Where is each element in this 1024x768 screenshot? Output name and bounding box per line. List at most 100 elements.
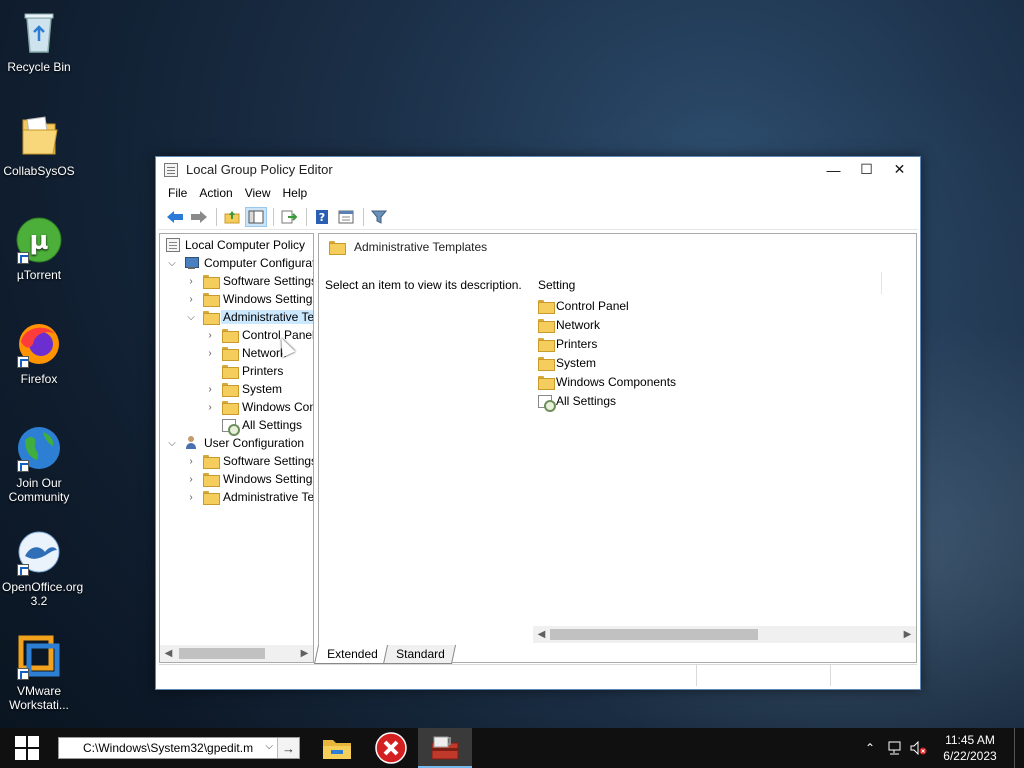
column-separator[interactable] — [881, 272, 882, 294]
tree-item-local-computer-policy[interactable]: Local Computer Policy — [166, 236, 305, 254]
tree-item-uc-software-settings[interactable]: › Software Settings — [185, 452, 313, 470]
scroll-thumb[interactable] — [179, 648, 265, 659]
chevron-down-icon[interactable]: ⌵ — [166, 257, 178, 269]
scroll-left-icon[interactable]: ◀ — [533, 626, 550, 643]
go-arrow-icon[interactable]: → — [277, 738, 299, 758]
chevron-down-icon[interactable]: ⌵ — [166, 437, 178, 449]
shortcut-arrow-icon — [17, 356, 29, 368]
scroll-track[interactable] — [177, 645, 296, 662]
error-x-icon — [375, 732, 407, 764]
show-desktop-button[interactable] — [1014, 728, 1024, 768]
up-one-level-button[interactable] — [221, 207, 243, 227]
chevron-right-icon[interactable]: › — [204, 401, 216, 413]
desktop-icon-recycle-bin[interactable]: Recycle Bin — [2, 8, 76, 74]
taskbar-error-app[interactable] — [364, 728, 418, 768]
tree-item-user-configuration[interactable]: ⌵ User Configuration — [166, 434, 304, 452]
scroll-left-icon[interactable]: ◀ — [160, 645, 177, 662]
desktop-icon-collabsysos[interactable]: CollabSysOS — [2, 112, 76, 178]
tree-item-uc-administrative-templates[interactable]: › Administrative Templates — [185, 488, 313, 506]
list-item-printers[interactable]: Printers — [538, 334, 597, 353]
chevron-down-icon[interactable]: ⌵ — [265, 741, 273, 752]
vmware-icon — [15, 632, 63, 680]
tab-extended[interactable]: Extended — [313, 645, 389, 664]
close-button[interactable]: ✕ — [883, 157, 916, 182]
help-icon: ? — [316, 209, 328, 224]
volume-muted-icon[interactable] — [906, 728, 930, 768]
desktop-icon-openoffice[interactable]: OpenOffice.org 3.2 — [2, 528, 83, 608]
windows-logo-icon — [15, 736, 39, 760]
tree-horizontal-scrollbar[interactable]: ◀ ▶ — [160, 645, 313, 662]
export-list-button[interactable] — [278, 207, 300, 227]
tree-item-cc-administrative-templates[interactable]: ⌵ Administrative Templates — [185, 308, 313, 326]
chevron-right-icon[interactable]: › — [185, 275, 197, 287]
folder-icon — [222, 329, 239, 343]
chevron-right-icon[interactable]: › — [185, 293, 197, 305]
chevron-right-icon[interactable]: › — [185, 491, 197, 503]
chevron-up-icon[interactable]: ⌃ — [858, 728, 882, 768]
tree-item-uc-windows-settings[interactable]: › Windows Settings — [185, 470, 313, 488]
tree-item-computer-configuration[interactable]: ⌵ Computer Configuration — [166, 254, 313, 272]
scroll-right-icon[interactable]: ▶ — [899, 626, 916, 643]
list-item-windows-components[interactable]: Windows Components — [538, 372, 676, 391]
taskbar-group-policy-editor[interactable] — [418, 728, 472, 768]
desktop-icon-utorrent[interactable]: µ µTorrent — [2, 216, 76, 282]
desktop-icon-vmware[interactable]: VMware Workstati... — [2, 632, 76, 712]
tab-standard[interactable]: Standard — [382, 645, 456, 664]
show-hide-console-tree-button[interactable] — [245, 206, 267, 227]
chevron-right-icon[interactable]: › — [185, 473, 197, 485]
list-item-control-panel[interactable]: Control Panel — [538, 296, 629, 315]
filter-button[interactable] — [368, 207, 390, 227]
menu-action[interactable]: Action — [193, 186, 238, 200]
group-policy-editor-window[interactable]: Local Group Policy Editor — ☐ ✕ File Act… — [155, 156, 921, 690]
tree-item-windows-components[interactable]: › Windows Components — [204, 398, 313, 416]
details-pane[interactable]: Administrative Templates Select an item … — [318, 233, 917, 663]
shortcut-arrow-icon — [17, 252, 29, 264]
chevron-right-icon[interactable]: › — [204, 347, 216, 359]
menu-help[interactable]: Help — [277, 186, 314, 200]
firefox-icon — [15, 320, 63, 368]
tree-item-control-panel[interactable]: › Control Panel — [204, 326, 313, 344]
folder-icon — [203, 491, 220, 505]
status-segment — [159, 665, 697, 686]
maximize-button[interactable]: ☐ — [850, 157, 883, 182]
list-item-system[interactable]: System — [538, 353, 596, 372]
list-item-all-settings[interactable]: All Settings — [538, 391, 616, 412]
help-button[interactable]: ? — [311, 207, 333, 227]
properties-button[interactable] — [335, 207, 357, 227]
run-address-input[interactable]: C:\Windows\System32\gpedit.m ⌵ → — [58, 737, 300, 759]
start-button[interactable] — [0, 728, 54, 768]
minimize-button[interactable]: — — [817, 157, 850, 182]
chevron-down-icon[interactable]: ⌵ — [185, 311, 197, 323]
taskbar-file-explorer[interactable] — [310, 728, 364, 768]
column-header-setting[interactable]: Setting — [538, 278, 575, 292]
tree-item-system[interactable]: › System — [204, 380, 282, 398]
network-icon[interactable] — [882, 728, 906, 768]
chevron-right-icon[interactable]: › — [185, 455, 197, 467]
desktop-icon-join-community[interactable]: Join Our Community — [2, 424, 76, 504]
tree-item-cc-software-settings[interactable]: › Software Settings — [185, 272, 313, 290]
tree-item-cc-windows-settings[interactable]: › Windows Settings — [185, 290, 313, 308]
chevron-right-icon[interactable]: › — [204, 329, 216, 341]
globe-icon — [15, 424, 63, 472]
menu-file[interactable]: File — [162, 186, 193, 200]
list-item-network[interactable]: Network — [538, 315, 600, 334]
scroll-right-icon[interactable]: ▶ — [296, 645, 313, 662]
chevron-right-icon[interactable]: › — [204, 383, 216, 395]
forward-button[interactable] — [188, 207, 210, 227]
details-horizontal-scrollbar[interactable]: ◀ ▶ — [533, 626, 916, 643]
tree-item-network[interactable]: › Network — [204, 344, 286, 362]
console-tree-pane[interactable]: Local Computer Policy ⌵ Computer Configu… — [159, 233, 314, 663]
svg-text:?: ? — [319, 211, 325, 224]
tree-item-printers[interactable]: Printers — [204, 362, 283, 380]
scroll-thumb[interactable] — [550, 629, 758, 640]
tree-item-all-settings[interactable]: All Settings — [204, 416, 302, 436]
toolbar-separator — [306, 207, 307, 226]
menu-view[interactable]: View — [239, 186, 277, 200]
title-bar[interactable]: Local Group Policy Editor — ☐ ✕ — [156, 157, 920, 182]
back-button[interactable] — [164, 207, 186, 227]
toolbar: ? — [158, 204, 918, 230]
desktop-icon-firefox[interactable]: Firefox — [2, 320, 76, 386]
clock[interactable]: 11:45 AM 6/22/2023 — [930, 732, 1010, 764]
scroll-track[interactable] — [550, 626, 899, 643]
